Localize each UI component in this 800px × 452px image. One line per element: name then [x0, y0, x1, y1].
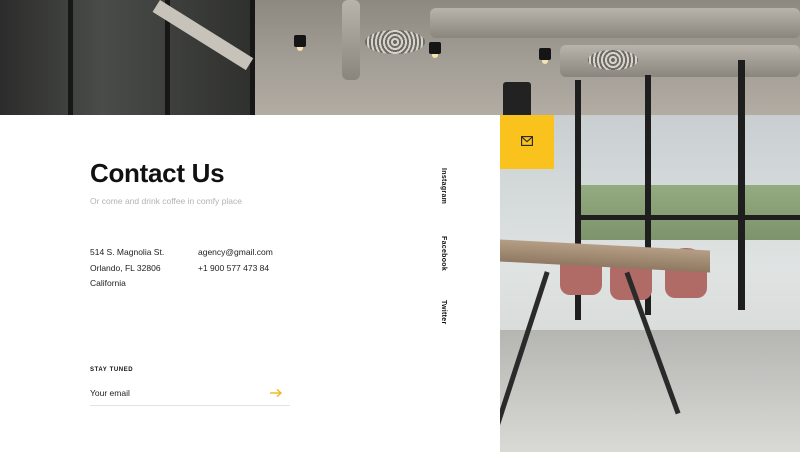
- page-subtitle: Or come and drink coffee in comfy place: [90, 196, 242, 206]
- outdoor-trees: [580, 185, 800, 240]
- ceiling-vent: [365, 30, 425, 54]
- ceiling-duct: [430, 8, 800, 38]
- social-link-instagram[interactable]: Instagram: [440, 168, 447, 204]
- ceiling-lamp: [429, 42, 441, 58]
- ceiling-lamp: [539, 48, 551, 64]
- phone-number: +1 900 577 473 84: [198, 262, 270, 273]
- ceiling-vent: [588, 50, 638, 70]
- arrow-right-icon[interactable]: [268, 385, 284, 401]
- address-block: 514 S. Magnolia St. Orlando, FL 32806 Ca…: [90, 245, 164, 292]
- address-line: Orlando, FL 32806: [90, 262, 161, 273]
- ceiling-duct: [342, 0, 360, 80]
- left-window: [0, 0, 255, 115]
- window-mullion: [68, 0, 73, 115]
- mail-icon: [521, 133, 533, 151]
- mail-button[interactable]: [500, 115, 554, 169]
- social-link-twitter[interactable]: Twitter: [440, 300, 447, 325]
- social-link-facebook[interactable]: Facebook: [440, 236, 447, 271]
- ceiling-lamp: [294, 35, 306, 51]
- contact-details: agency@gmail.com +1 900 577 473 84: [198, 245, 273, 276]
- newsletter-form: [90, 383, 290, 406]
- contact-panel: Contact Us Or come and drink coffee in c…: [0, 115, 500, 452]
- floor: [500, 330, 800, 452]
- address-line: 514 S. Magnolia St.: [90, 247, 165, 257]
- email-address: agency@gmail.com: [198, 247, 273, 257]
- newsletter-label: STAY TUNED: [90, 367, 134, 373]
- window-frame: [738, 60, 745, 310]
- window-frame: [575, 215, 800, 220]
- page-title: Contact Us: [90, 158, 225, 188]
- address-line: California: [90, 278, 126, 288]
- newsletter-email-input[interactable]: [90, 388, 260, 398]
- pendant-lamp: [503, 82, 531, 115]
